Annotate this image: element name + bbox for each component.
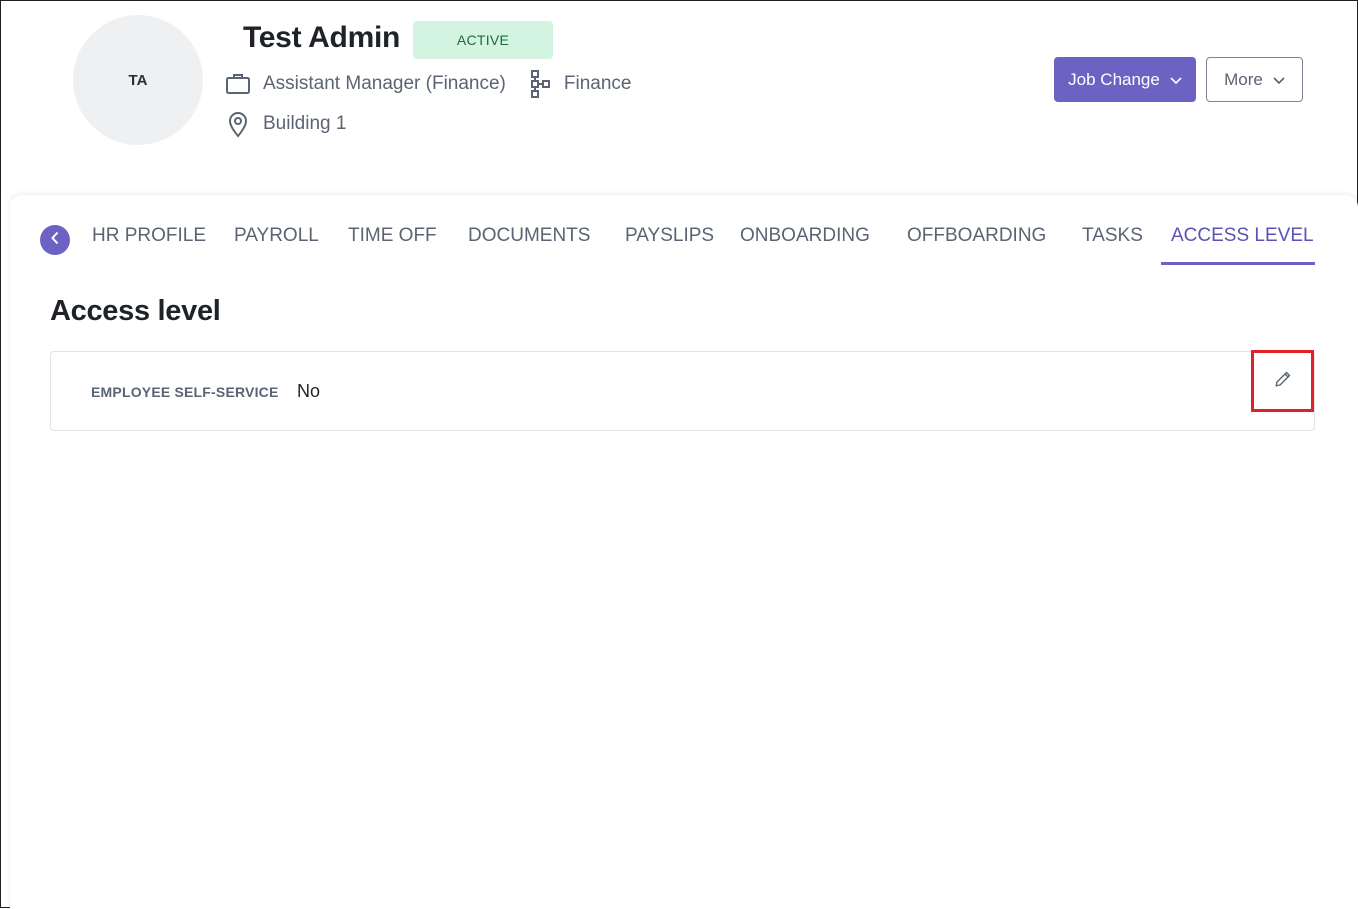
avatar: TA bbox=[73, 15, 203, 145]
location: Building 1 bbox=[263, 113, 347, 134]
chevron-down-icon bbox=[1170, 70, 1182, 90]
more-button[interactable]: More bbox=[1206, 57, 1303, 102]
field-label: EMPLOYEE SELF-SERVICE bbox=[91, 384, 279, 400]
content-panel: HR PROFILE PAYROLL TIME OFF DOCUMENTS PA… bbox=[10, 195, 1358, 909]
job-info-row: Assistant Manager (Finance) Finance bbox=[223, 67, 632, 101]
chevron-left-icon bbox=[50, 231, 60, 250]
tab-access-level[interactable]: ACCESS LEVEL bbox=[1171, 225, 1314, 265]
avatar-initials: TA bbox=[128, 71, 148, 89]
field-value: No bbox=[297, 381, 321, 401]
location-row: Building 1 bbox=[223, 107, 346, 141]
chevron-down-icon bbox=[1273, 70, 1285, 90]
tab-offboarding[interactable]: OFFBOARDING bbox=[907, 225, 1046, 265]
status-badge: ACTIVE bbox=[413, 21, 553, 59]
job-change-label: Job Change bbox=[1068, 69, 1160, 89]
tab-onboarding[interactable]: ONBOARDING bbox=[740, 225, 870, 265]
tab-payslips[interactable]: PAYSLIPS bbox=[625, 225, 714, 265]
map-pin-icon bbox=[223, 109, 253, 139]
profile-header: TA Test Admin ACTIVE Assistant Manager (… bbox=[1, 1, 1357, 186]
access-level-card: EMPLOYEE SELF-SERVICE No bbox=[50, 350, 1315, 431]
org-chart-icon bbox=[524, 69, 554, 99]
tabs-back-button[interactable] bbox=[40, 225, 70, 255]
tab-time-off[interactable]: TIME OFF bbox=[348, 225, 437, 265]
tab-documents[interactable]: DOCUMENTS bbox=[468, 225, 590, 265]
edit-button[interactable] bbox=[1251, 350, 1314, 412]
tab-hr-profile[interactable]: HR PROFILE bbox=[92, 225, 206, 265]
more-label: More bbox=[1224, 69, 1263, 89]
briefcase-icon bbox=[223, 69, 253, 99]
job-change-button[interactable]: Job Change bbox=[1054, 57, 1196, 102]
app-frame: TA Test Admin ACTIVE Assistant Manager (… bbox=[0, 0, 1358, 909]
department: Finance bbox=[563, 73, 632, 94]
section-title: Access level bbox=[50, 295, 221, 327]
employee-name: Test Admin bbox=[243, 21, 401, 54]
tab-bar: HR PROFILE PAYROLL TIME OFF DOCUMENTS PA… bbox=[10, 195, 1358, 267]
active-tab-indicator bbox=[1161, 262, 1315, 265]
tab-tasks[interactable]: TASKS bbox=[1082, 225, 1143, 265]
job-title: Assistant Manager (Finance) bbox=[263, 73, 506, 94]
tab-payroll[interactable]: PAYROLL bbox=[234, 225, 319, 265]
pencil-icon bbox=[1274, 370, 1292, 393]
